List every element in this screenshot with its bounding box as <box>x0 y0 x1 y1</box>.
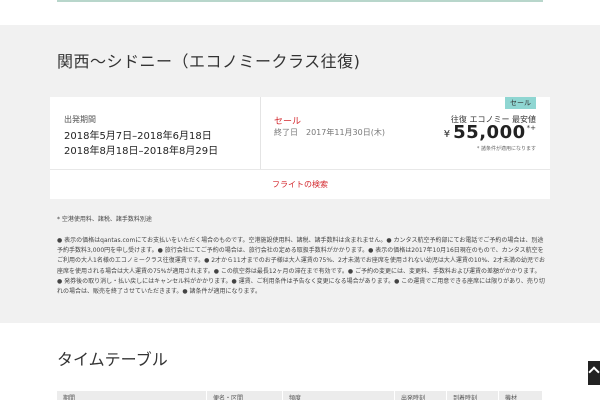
price-value: 55,000 <box>453 122 526 143</box>
sale-label: セール <box>274 117 302 127</box>
departure-period-2: 2018年8月18日–2018年8月29日 <box>64 146 219 157</box>
timetable-header-aircraft: 機材 <box>499 391 543 400</box>
departure-period-label: 出発期間 <box>64 115 96 124</box>
timetable-header-frequency: 頻度 <box>283 391 395 400</box>
conditions-note: * 諸条件が適用になります <box>476 146 536 152</box>
fee-note: * 空港使用料、諸税、諸手数料別途 <box>57 216 152 223</box>
scroll-to-top-button[interactable] <box>588 361 600 385</box>
departure-period-1: 2018年5月7日–2018年6月18日 <box>64 131 212 142</box>
sale-end-date: 終了日 2017年11月30日(木) <box>274 128 385 137</box>
timetable-title: タイムテーブル <box>57 350 168 369</box>
price-display: ¥ 55,000 *+ <box>444 122 536 143</box>
fare-card-details: 出発期間 2018年5月7日–2018年6月18日 2018年8月18日–201… <box>50 97 550 169</box>
top-strip <box>0 0 600 25</box>
timetable-header-flight: 便名・区間 <box>207 391 283 400</box>
top-divider <box>57 0 543 2</box>
timetable-header-departure: 出発時刻 <box>395 391 447 400</box>
search-flights-link[interactable]: フライトの検索 <box>50 170 550 199</box>
currency-symbol: ¥ <box>443 129 451 140</box>
disclaimer-text: ● 表示の価格はqantas.comにてお支払いをいただく場合のものです。空港施… <box>57 237 546 296</box>
timetable-header-arrival: 到着時刻 <box>447 391 499 400</box>
chevron-up-icon <box>588 366 600 378</box>
sale-badge: セール <box>505 97 536 109</box>
timetable-header-row: 期間 便名・区間 頻度 出発時刻 到着時刻 機材 <box>57 391 543 400</box>
route-title: 関西〜シドニー（エコノミークラス往復) <box>57 52 361 71</box>
timetable-header-period: 期間 <box>57 391 207 400</box>
fare-card: 出発期間 2018年5月7日–2018年6月18日 2018年8月18日–201… <box>50 97 550 199</box>
card-divider-vertical <box>260 97 261 169</box>
price-footnote-marks: *+ <box>526 124 536 132</box>
